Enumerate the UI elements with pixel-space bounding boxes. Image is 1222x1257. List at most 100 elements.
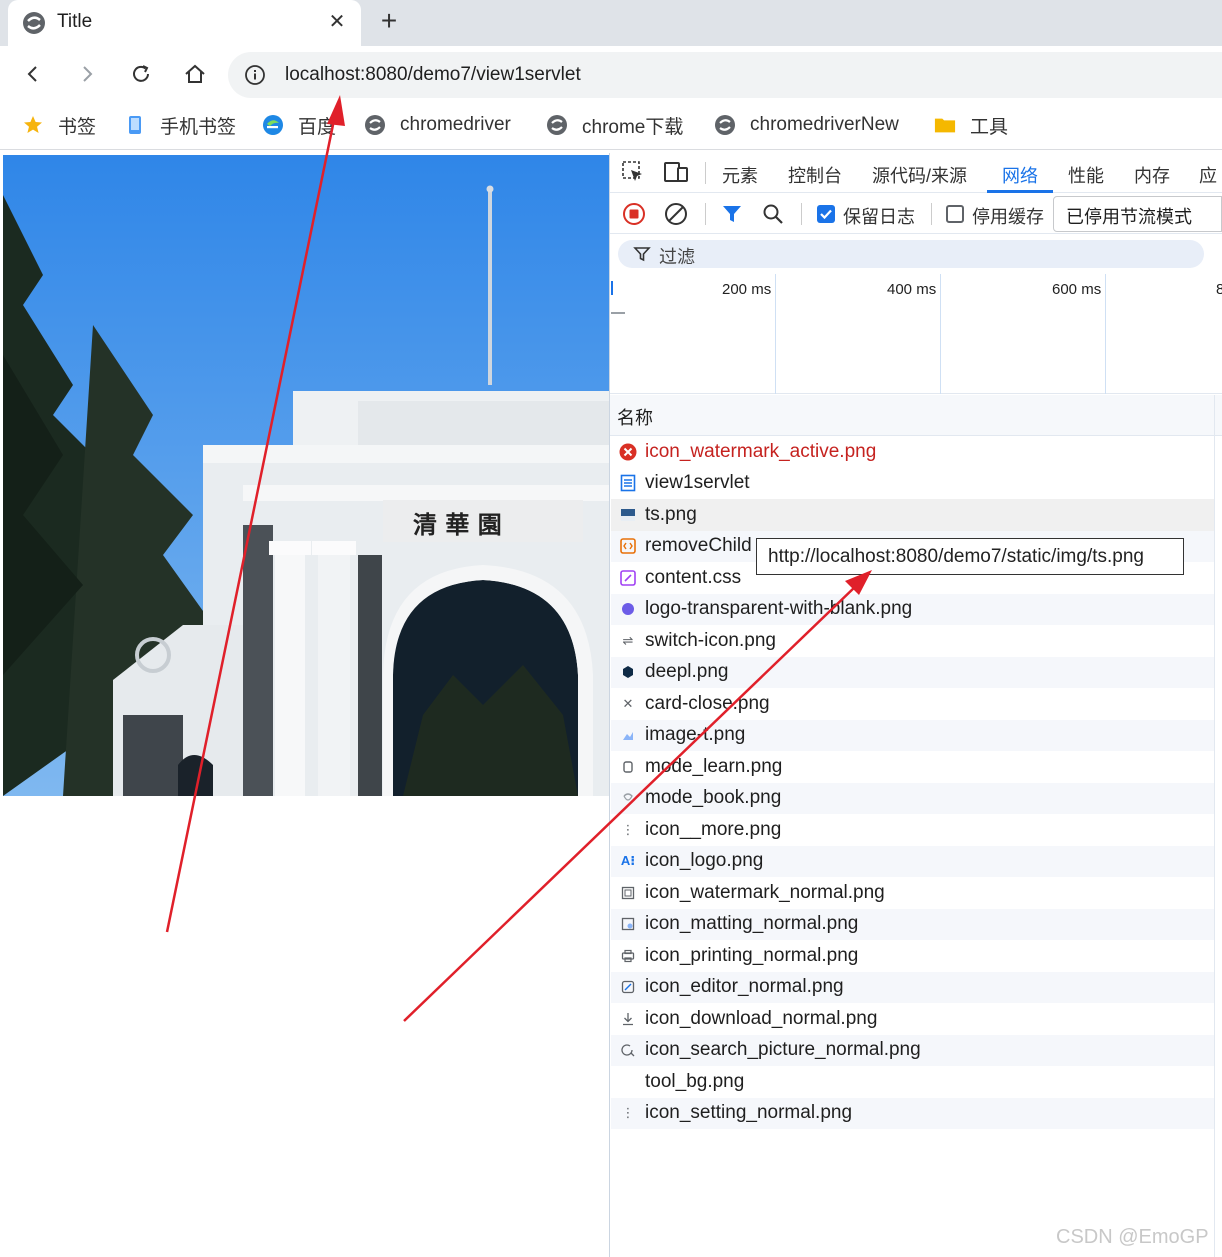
bookmark-label: 手机书签 [160,116,237,138]
tab-application[interactable]: 应 [1199,162,1217,188]
request-row[interactable]: deepl.png [611,656,1214,688]
request-row[interactable]: mode_learn.png [611,751,1214,783]
request-name: mode_learn.png [645,755,783,777]
toolbar-divider [705,203,706,225]
close-icon: ✕ [622,695,634,711]
active-tab-indicator [987,190,1053,193]
request-name: mode_book.png [645,787,782,809]
ai-icon: A⁝ [620,853,636,869]
preserve-log-label: 保留日志 [843,207,915,227]
request-row[interactable]: ⋮ icon_setting_normal.png [611,1097,1214,1129]
bookmark-item[interactable]: chromedriver [364,110,511,140]
disable-cache-checkbox[interactable] [946,205,964,223]
inspect-element-icon[interactable] [621,160,645,184]
image-icon [619,726,637,744]
tab-elements[interactable]: 元素 [722,162,758,188]
site-info-icon[interactable] [244,64,266,86]
preserve-log-checkbox[interactable] [817,205,835,223]
column-divider[interactable] [1214,395,1215,1257]
switch-icon: ⇌ [622,632,634,648]
timeline-gridline [1105,274,1106,394]
tab-title: Title [57,11,93,32]
csdn-watermark: CSDN @EmoGP [1056,1226,1209,1248]
request-row[interactable]: logo-transparent-with-blank.png [611,593,1214,625]
url-text[interactable]: localhost:8080/demo7/view1servlet [285,64,581,86]
name-column-header[interactable] [610,395,1222,436]
request-name: content.css [645,566,742,588]
close-tab-icon[interactable]: ✕ [325,9,349,34]
device-toolbar-icon[interactable] [663,160,689,184]
tab-network[interactable]: 网络 [1002,162,1038,188]
request-row[interactable]: icon_matting_normal.png [611,908,1214,940]
request-name: icon_logo.png [645,850,764,872]
bookmark-item[interactable]: 手机书签 [124,110,236,140]
more-icon: ⋮ [621,821,635,837]
request-name: icon__more.png [645,818,782,840]
folder-icon [934,114,956,136]
tab-console[interactable]: 控制台 [788,162,842,188]
watermark-icon [619,884,637,902]
reload-icon[interactable] [125,58,157,90]
request-name: logo-transparent-with-blank.png [645,598,913,620]
request-row[interactable]: icon_download_normal.png [611,1003,1214,1035]
bookmark-item[interactable]: chromedriverNew [714,110,899,140]
request-row[interactable]: icon_printing_normal.png [611,940,1214,972]
download-icon [619,1010,637,1028]
bookmark-label: chromedriver [400,114,511,135]
back-icon[interactable] [17,58,49,90]
blank-icon [619,1073,637,1091]
request-row[interactable]: icon_search_picture_normal.png [611,1034,1214,1066]
timeline-tick-label: 400 ms [887,281,937,298]
request-row[interactable]: icon_editor_normal.png [611,971,1214,1003]
tab-memory[interactable]: 内存 [1134,162,1170,188]
request-row[interactable]: tool_bg.png [611,1066,1214,1098]
search-icon[interactable] [762,203,784,225]
request-row[interactable]: icon_watermark_normal.png [611,877,1214,909]
request-row[interactable]: view1servlet [611,468,1214,500]
bookmark-item[interactable]: 百度 [262,110,336,140]
toolbar-divider [931,203,932,225]
bookmark-label: 工具 [970,116,1009,138]
bookmark-item[interactable]: chrome下载 [546,110,683,140]
page-photo: 清 華 園 [3,155,609,796]
editor-icon [619,978,637,996]
stop-recording-icon[interactable] [622,202,646,226]
request-row[interactable]: ⇌ switch-icon.png [611,625,1214,657]
bookmark-label: 百度 [298,116,337,138]
timeline-tick-label: 8 [1216,281,1222,298]
timeline-bar [611,312,625,314]
new-tab-button[interactable]: + [376,5,402,37]
image-icon [619,506,637,524]
tab-performance[interactable]: 性能 [1068,162,1104,188]
request-row[interactable]: mode_book.png [611,782,1214,814]
forward-icon[interactable] [71,58,103,90]
bookmark-item[interactable]: 书签 [22,110,96,140]
request-row[interactable]: ⋮ icon__more.png [611,814,1214,846]
request-name: removeChild [645,535,752,557]
request-row[interactable]: icon_watermark_active.png [611,436,1214,468]
name-header-label: 名称 [617,408,653,428]
request-name: icon_watermark_normal.png [645,881,885,903]
filter-icon[interactable] [721,203,743,225]
timeline-gridline [940,274,941,394]
clear-icon[interactable] [664,202,688,226]
request-row[interactable]: ts.png [611,499,1214,531]
bookmark-item[interactable]: 工具 [934,110,1008,140]
tab-sources[interactable]: 源代码/来源 [872,162,967,188]
timeline-tick-label: 200 ms [722,281,772,298]
request-row[interactable]: A⁝ icon_logo.png [611,845,1214,877]
filter-input[interactable] [618,240,1204,268]
request-name: tool_bg.png [645,1070,745,1092]
edge-logo-icon [262,114,284,136]
search-picture-icon [619,1041,637,1059]
request-name: image-t.png [645,724,746,746]
request-name: view1servlet [645,472,750,494]
timeline-start-marker [611,281,613,295]
request-row[interactable]: ✕ card-close.png [611,688,1214,720]
home-icon[interactable] [179,58,211,90]
phone-icon [124,114,146,136]
filter-placeholder: 过滤 [659,247,695,267]
request-row[interactable]: image-t.png [611,719,1214,751]
throttling-value: 已停用节流模式 [1066,207,1192,227]
disable-cache-label: 停用缓存 [972,207,1044,227]
